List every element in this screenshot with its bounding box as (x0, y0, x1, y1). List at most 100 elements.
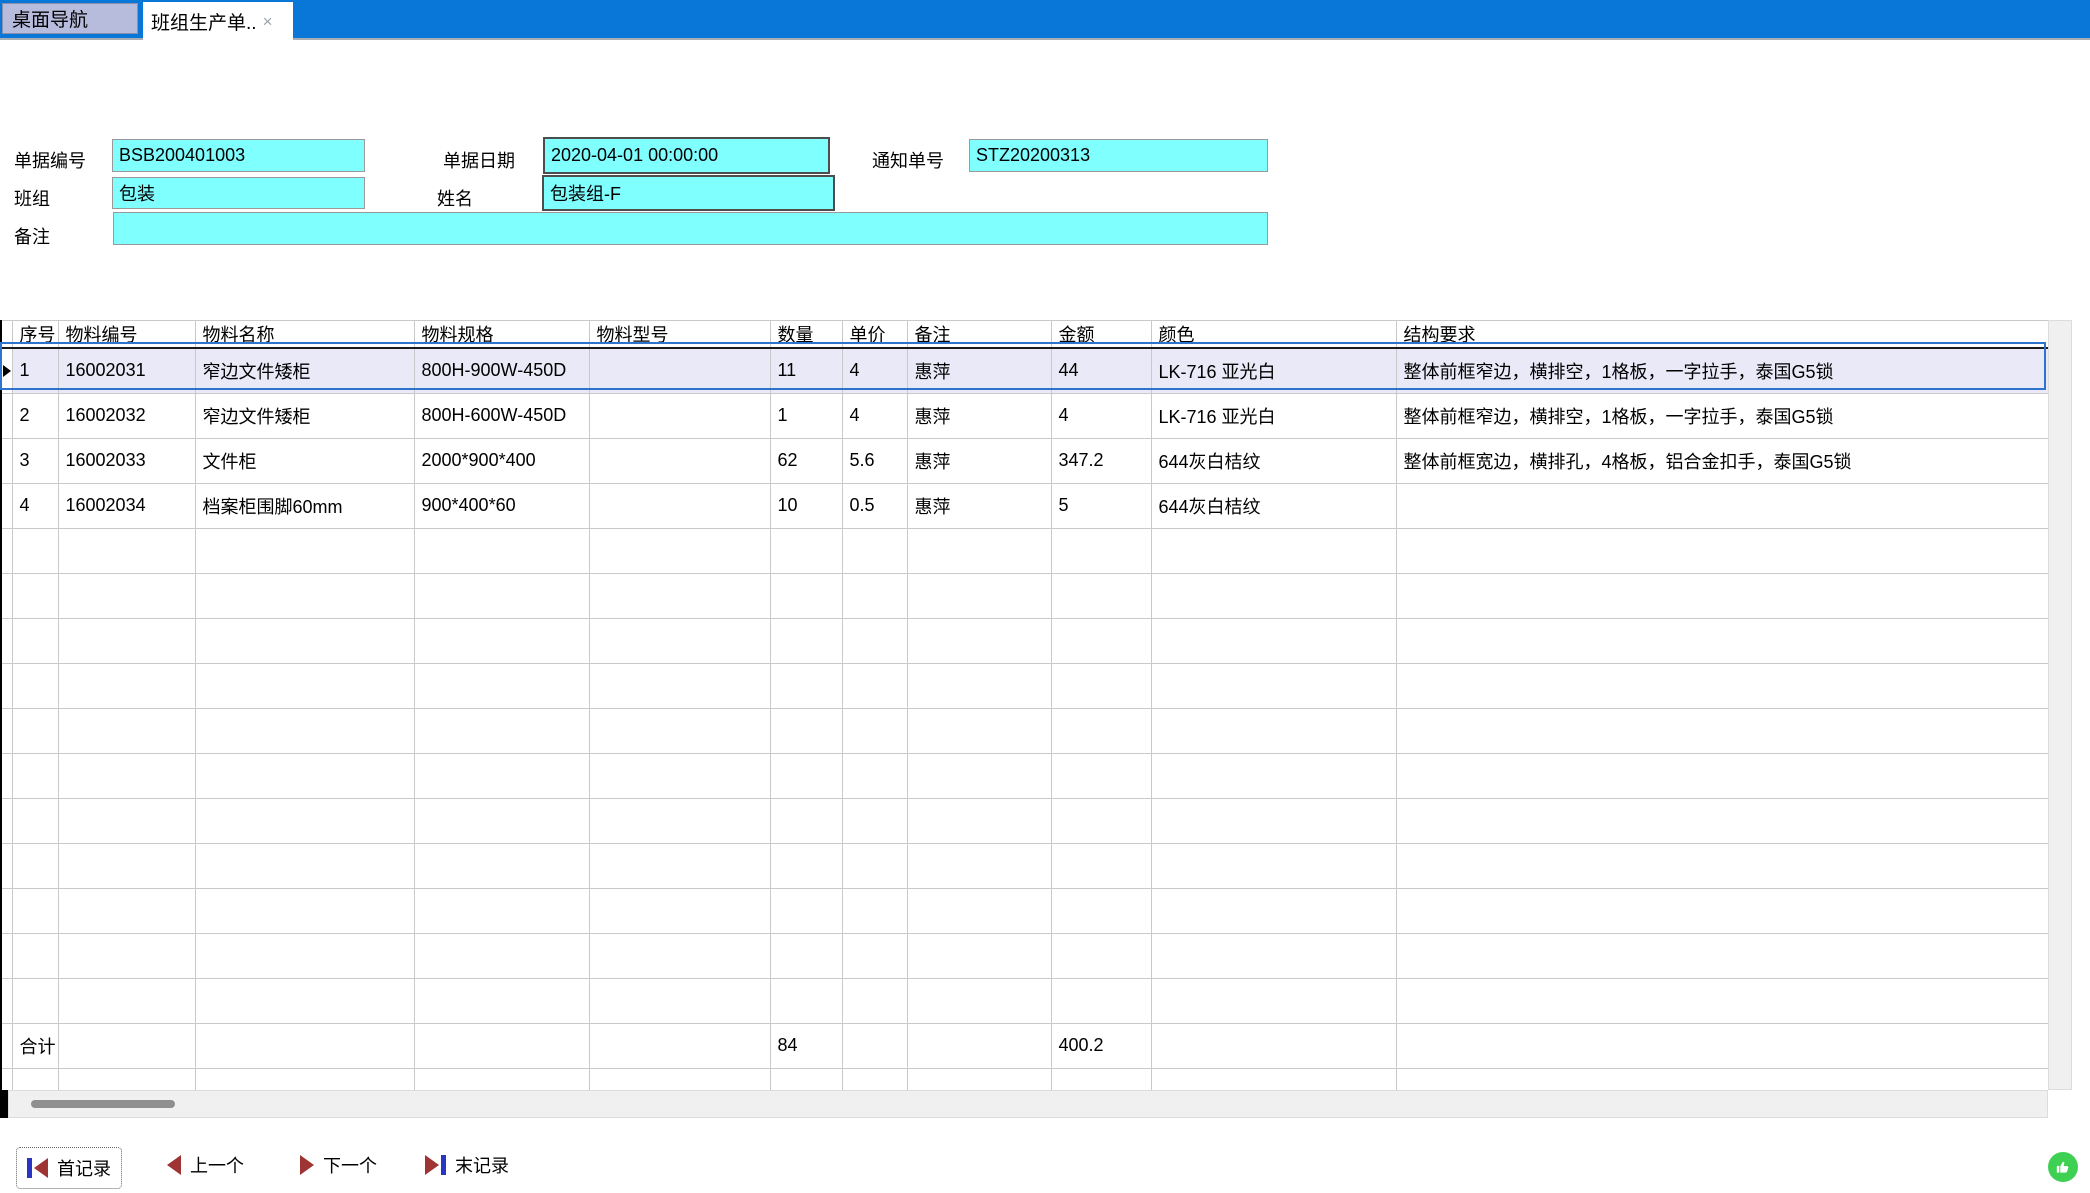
column-header[interactable]: 序号 (12, 321, 58, 349)
table-cell (414, 663, 589, 708)
horizontal-scrollbar-thumb[interactable] (31, 1100, 175, 1108)
row-indicator (1, 528, 12, 573)
green-status-badge[interactable] (2048, 1152, 2078, 1182)
data-row[interactable]: 316002033文件柜2000*900*400 625.6惠萍347.2644灰… (1, 438, 2048, 483)
table-cell[interactable]: 347.2 (1051, 438, 1151, 483)
column-header[interactable]: 金额 (1051, 321, 1151, 349)
table-cell (842, 663, 907, 708)
column-header[interactable]: 颜色 (1151, 321, 1396, 349)
team-field[interactable] (112, 177, 365, 209)
table-cell[interactable]: 整体前框窄边，横排空，1格板，一字拉手，泰国G5锁 (1396, 348, 2048, 393)
table-cell[interactable] (1396, 483, 2048, 528)
table-cell[interactable] (589, 393, 770, 438)
remark-field[interactable] (113, 212, 1268, 245)
table-cell[interactable]: 16002031 (58, 348, 195, 393)
table-cell[interactable]: 900*400*60 (414, 483, 589, 528)
table-cell[interactable]: 44 (1051, 348, 1151, 393)
table-cell[interactable]: 16002034 (58, 483, 195, 528)
table-cell[interactable]: 800H-600W-450D (414, 393, 589, 438)
notice-no-field[interactable] (969, 139, 1268, 172)
empty-row (1, 888, 2048, 933)
table-cell[interactable]: 3 (12, 438, 58, 483)
next-record-button[interactable]: 下一个 (300, 1152, 377, 1178)
table-cell (12, 843, 58, 888)
data-row[interactable]: 116002031窄边文件矮柜800H-900W-450D 114惠萍44LK-7… (1, 348, 2048, 393)
table-cell[interactable]: LK-716 亚光白 (1151, 393, 1396, 438)
table-cell[interactable]: 2 (12, 393, 58, 438)
table-cell[interactable]: 惠萍 (907, 483, 1051, 528)
table-cell[interactable]: 4 (842, 348, 907, 393)
column-header[interactable]: 物料编号 (58, 321, 195, 349)
table-cell[interactable]: 16002033 (58, 438, 195, 483)
first-record-button[interactable]: 首记录 (16, 1147, 122, 1189)
thumbs-up-icon (2054, 1158, 2072, 1176)
table-cell[interactable]: 1 (12, 348, 58, 393)
table-cell[interactable]: 1 (770, 393, 842, 438)
table-cell[interactable]: 文件柜 (195, 438, 414, 483)
table-cell (1396, 663, 2048, 708)
doc-no-field[interactable] (112, 139, 365, 172)
table-cell (414, 1068, 589, 1090)
table-cell[interactable]: 4 (12, 483, 58, 528)
table-cell[interactable] (589, 438, 770, 483)
table-cell[interactable]: LK-716 亚光白 (1151, 348, 1396, 393)
name-field[interactable] (542, 175, 835, 211)
table-cell[interactable]: 5.6 (842, 438, 907, 483)
table-cell[interactable]: 11 (770, 348, 842, 393)
previous-record-button[interactable]: 上一个 (167, 1152, 244, 1178)
table-cell (414, 573, 589, 618)
column-header[interactable]: 物料名称 (195, 321, 414, 349)
doc-date-field[interactable] (543, 137, 830, 174)
table-cell (1051, 1068, 1151, 1090)
horizontal-scrollbar[interactable] (8, 1090, 2048, 1118)
table-cell[interactable]: 4 (842, 393, 907, 438)
table-cell (1051, 663, 1151, 708)
table-cell (1151, 663, 1396, 708)
table-cell[interactable]: 644灰白桔纹 (1151, 438, 1396, 483)
table-cell[interactable]: 16002032 (58, 393, 195, 438)
table-cell[interactable]: 窄边文件矮柜 (195, 393, 414, 438)
table-cell[interactable]: 800H-900W-450D (414, 348, 589, 393)
column-header[interactable]: 备注 (907, 321, 1051, 349)
vertical-scrollbar[interactable] (2048, 320, 2072, 1090)
table-cell[interactable]: 5 (1051, 483, 1151, 528)
column-header[interactable]: 结构要求 (1396, 321, 2048, 349)
empty-row (1, 753, 2048, 798)
table-cell[interactable] (589, 483, 770, 528)
table-cell (195, 978, 414, 1023)
table-cell[interactable]: 644灰白桔纹 (1151, 483, 1396, 528)
table-cell (58, 843, 195, 888)
table-cell[interactable]: 档案柜围脚60mm (195, 483, 414, 528)
table-cell (414, 843, 589, 888)
column-header[interactable]: 单价 (842, 321, 907, 349)
table-cell[interactable]: 10 (770, 483, 842, 528)
tab-production-order[interactable]: 班组生产单.. × (143, 2, 293, 40)
table-cell[interactable]: 窄边文件矮柜 (195, 348, 414, 393)
tab-desktop-navigation[interactable]: 桌面导航 (2, 3, 138, 34)
table-cell[interactable]: 4 (1051, 393, 1151, 438)
table-cell[interactable]: 0.5 (842, 483, 907, 528)
close-icon[interactable]: × (263, 13, 273, 30)
table-cell (589, 573, 770, 618)
table-cell[interactable]: 2000*900*400 (414, 438, 589, 483)
table-cell[interactable]: 62 (770, 438, 842, 483)
table-cell[interactable]: 惠萍 (907, 348, 1051, 393)
table-cell (58, 618, 195, 663)
table-cell (195, 1023, 414, 1068)
row-indicator (1, 978, 12, 1023)
last-record-button[interactable]: 末记录 (425, 1152, 509, 1178)
column-header[interactable]: 物料型号 (589, 321, 770, 349)
column-header[interactable]: 数量 (770, 321, 842, 349)
table-cell (414, 528, 589, 573)
doc-no-label: 单据编号 (14, 147, 86, 173)
column-header[interactable]: 物料规格 (414, 321, 589, 349)
table-cell[interactable]: 惠萍 (907, 438, 1051, 483)
data-row[interactable]: 416002034档案柜围脚60mm900*400*60 100.5惠萍5644灰… (1, 483, 2048, 528)
table-cell[interactable] (589, 348, 770, 393)
table-cell[interactable]: 惠萍 (907, 393, 1051, 438)
table-cell[interactable]: 整体前框窄边，横排空，1格板，一字拉手，泰国G5锁 (1396, 393, 2048, 438)
table-cell (770, 888, 842, 933)
row-indicator (1, 1023, 12, 1068)
data-row[interactable]: 216002032窄边文件矮柜800H-600W-450D14惠萍4LK-716… (1, 393, 2048, 438)
table-cell[interactable]: 整体前框宽边，横排孔，4格板，铝合金扣手，泰国G5锁 (1396, 438, 2048, 483)
